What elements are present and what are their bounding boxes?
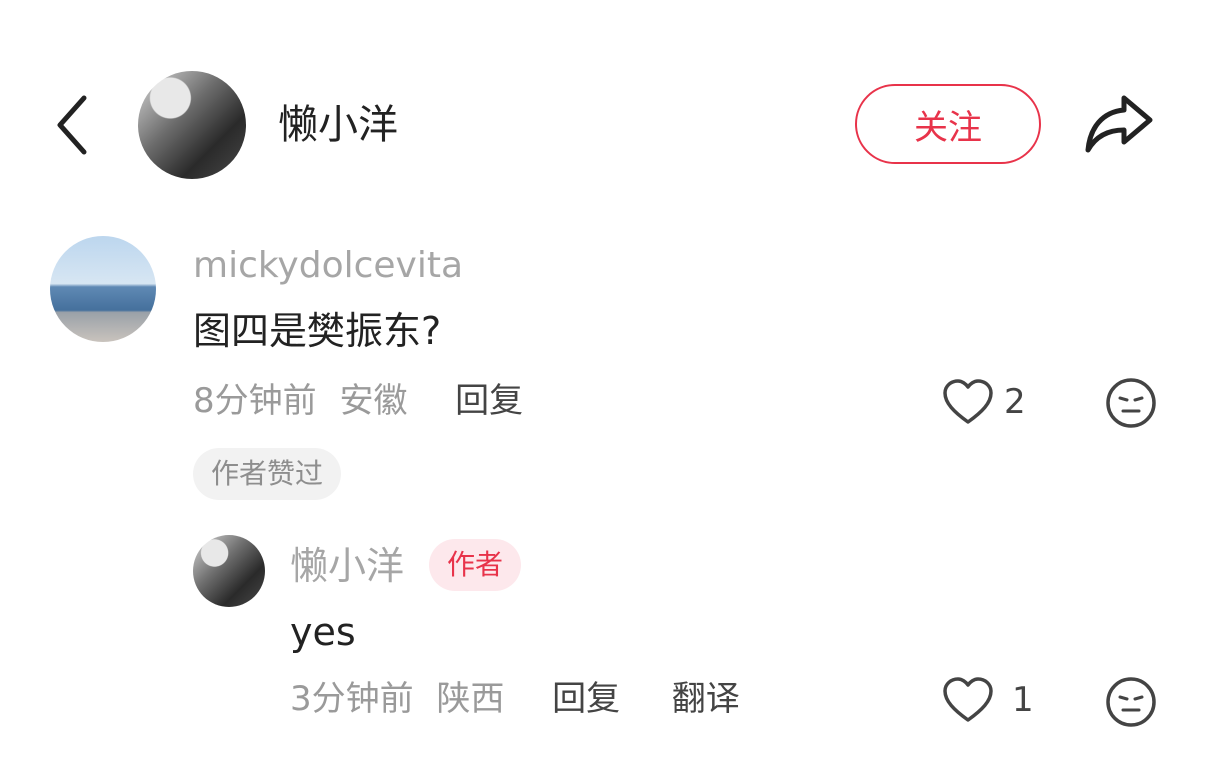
comment-location: 安徽 — [339, 381, 408, 421]
emoji-icon[interactable] — [1105, 377, 1157, 429]
reply-meta: 3分钟前 陕西 回复 翻译 — [290, 676, 740, 722]
comment-like-count: 2 — [1004, 382, 1026, 422]
author-name[interactable]: 懒小洋 — [278, 99, 398, 151]
comment-username[interactable]: mickydolcevita — [193, 244, 463, 288]
reply-reply-link[interactable]: 回复 — [552, 679, 620, 719]
reply-username[interactable]: 懒小洋 — [290, 542, 404, 590]
reply-location: 陕西 — [436, 679, 505, 719]
back-icon[interactable] — [50, 92, 94, 158]
reply-text: yes — [290, 610, 356, 654]
comment-text: 图四是樊振东? — [193, 309, 442, 353]
heart-icon[interactable] — [942, 378, 994, 426]
comment-reply-link[interactable]: 回复 — [455, 381, 523, 421]
translate-link[interactable]: 翻译 — [672, 679, 740, 719]
author-avatar[interactable] — [138, 71, 246, 179]
reply-time: 3分钟前 — [290, 679, 414, 719]
reply-like-count: 1 — [1012, 680, 1034, 720]
comment-time: 8分钟前 — [193, 381, 317, 421]
follow-button[interactable]: 关注 — [855, 84, 1041, 164]
comment-meta: 8分钟前 安徽 回复 — [193, 378, 523, 424]
comment-like-group[interactable]: 2 — [942, 378, 1026, 426]
emoji-icon[interactable] — [1105, 676, 1157, 728]
author-liked-badge: 作者赞过 — [193, 448, 342, 500]
heart-icon[interactable] — [942, 676, 994, 724]
commenter-avatar[interactable] — [50, 236, 156, 342]
reply-like-group[interactable]: 1 — [942, 676, 1034, 724]
share-icon[interactable] — [1082, 92, 1156, 154]
reply-avatar[interactable] — [193, 535, 265, 607]
author-badge: 作者 — [429, 539, 522, 591]
